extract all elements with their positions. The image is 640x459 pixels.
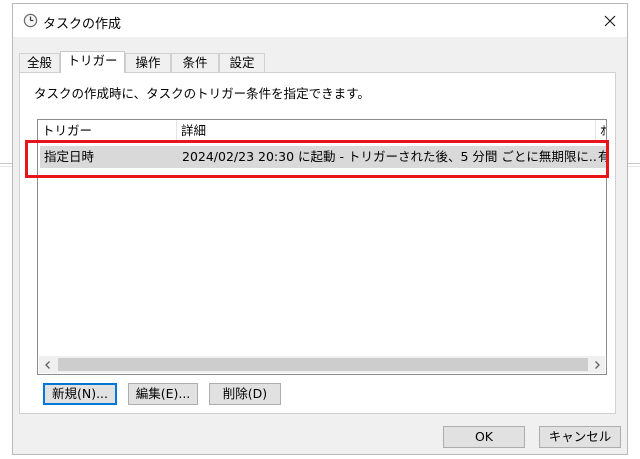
- title-bar: タスクの作成: [13, 4, 627, 37]
- scroll-thumb[interactable]: [58, 358, 588, 371]
- chevron-right-icon: [594, 360, 600, 369]
- tab-triggers[interactable]: トリガー: [60, 51, 125, 73]
- column-header-status[interactable]: ｵ: [596, 120, 606, 142]
- column-header-detail[interactable]: 詳細: [177, 120, 595, 142]
- delete-trigger-button[interactable]: 削除(D): [209, 383, 281, 405]
- tab-conditions[interactable]: 条件: [171, 53, 219, 72]
- cancel-button[interactable]: キャンセル: [539, 426, 621, 448]
- ok-button[interactable]: OK: [443, 426, 525, 448]
- close-icon: [604, 15, 616, 27]
- scroll-left-button[interactable]: [39, 356, 56, 373]
- edit-trigger-button[interactable]: 編集(E)...: [128, 383, 198, 405]
- tab-settings[interactable]: 設定: [219, 53, 265, 72]
- triggers-panel: タスクの作成時に、タスクのトリガー条件を指定できます。 トリガー 詳細 ｵ 指定…: [19, 72, 616, 414]
- horizontal-scrollbar[interactable]: [39, 356, 605, 373]
- close-button[interactable]: [595, 6, 625, 36]
- tab-actions[interactable]: 操作: [125, 53, 171, 72]
- new-trigger-button[interactable]: 新規(N)...: [43, 383, 117, 405]
- column-header-trigger[interactable]: トリガー: [38, 120, 176, 142]
- clock-icon: [23, 13, 38, 28]
- create-task-dialog: タスクの作成 全般 トリガー 操作 条件 設定 タスクの作成時に、タスクのトリガ…: [12, 3, 628, 455]
- window-title: タスクの作成: [43, 17, 122, 32]
- scroll-right-button[interactable]: [588, 356, 605, 373]
- tab-general[interactable]: 全般: [19, 53, 60, 72]
- chevron-left-icon: [44, 360, 50, 369]
- highlight-annotation: [25, 140, 609, 178]
- panel-description: タスクの作成時に、タスクのトリガー条件を指定できます。: [34, 86, 370, 101]
